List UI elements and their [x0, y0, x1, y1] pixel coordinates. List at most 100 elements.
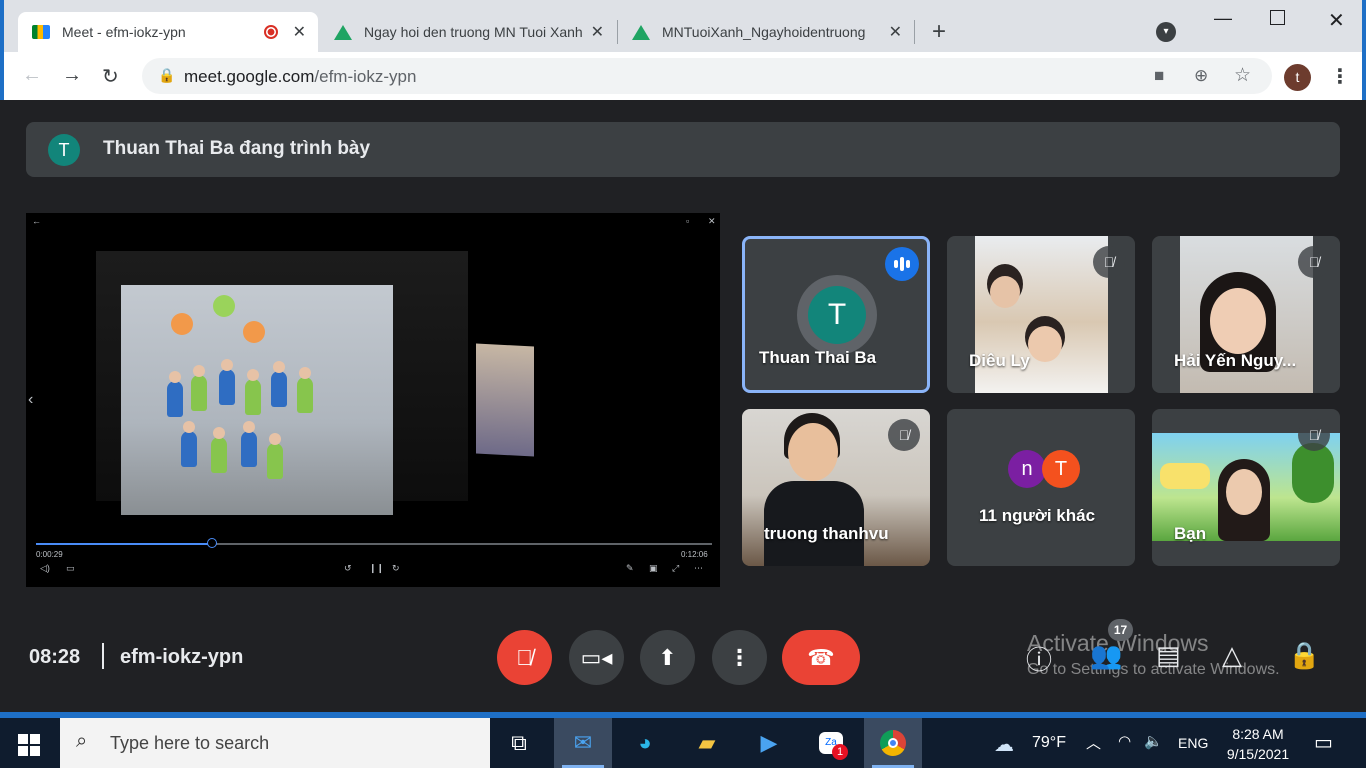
miniplayer-icon[interactable]: ▣ [649, 563, 658, 574]
edge-icon[interactable]: ◕ [616, 718, 674, 768]
close-window-icon[interactable]: ✕ [1328, 8, 1345, 33]
minimize-icon[interactable]: — [1214, 8, 1232, 29]
tab-search-icon[interactable]: ▾ [1156, 22, 1176, 42]
chat-icon[interactable]: ▤ [1156, 640, 1181, 671]
pause-icon[interactable]: ❙❙ [369, 563, 384, 574]
close-tab-icon[interactable]: ✕ [889, 22, 902, 42]
self-tile[interactable]: 🎙̸ Bạn [1152, 409, 1340, 566]
drive-icon [632, 24, 650, 40]
zalo-badge: 1 [832, 744, 848, 760]
address-bar[interactable]: 🔒 meet.google.com/efm-iokz-ypn ■ ⊕ ☆ [142, 58, 1272, 94]
camera-button[interactable]: ▭◂ [569, 630, 624, 685]
tab-label: Meet - efm-iokz-ypn [62, 24, 186, 40]
video-restore-icon[interactable]: ▫ [686, 216, 689, 226]
child-figure [241, 421, 257, 467]
child-figure [191, 365, 207, 411]
url-text: meet.google.com/efm-iokz-ypn [184, 67, 416, 87]
mic-off-icon: 🎙̸ [1298, 419, 1330, 451]
volume-icon[interactable]: ◁) [40, 563, 50, 574]
more-options-button[interactable]: ⋮ [712, 630, 767, 685]
present-button[interactable]: ⬆ [640, 630, 695, 685]
windows-taskbar: ⌕ Type here to search ⧉ ✉ ◕ ▰ ▶ Za 1 ☁ 7… [0, 712, 1366, 768]
chrome-taskbar-icon[interactable] [864, 718, 922, 768]
menu-kebab-icon[interactable]: ⋮ [1330, 64, 1350, 89]
back-icon[interactable]: ← [22, 64, 42, 87]
host-controls-icon[interactable]: 🔒 [1288, 640, 1320, 671]
notifications-icon[interactable]: ▭ [1314, 730, 1333, 755]
participant-tile[interactable]: 🎙̸ Hải Yến Nguy... [1152, 236, 1340, 393]
close-tab-icon[interactable]: ✕ [591, 22, 604, 42]
video-seek-fill [36, 543, 212, 545]
profile-avatar[interactable]: t [1284, 64, 1311, 91]
reload-icon[interactable]: ↻ [102, 64, 119, 89]
people-count-badge: 17 [1108, 619, 1133, 641]
tab-label: Ngay hoi den truong MN Tuoi Xanh [364, 24, 583, 40]
camera-icon[interactable]: ■ [1154, 66, 1164, 86]
tray-overflow-icon[interactable]: ︿ [1086, 732, 1101, 753]
language-indicator[interactable]: ENG [1178, 735, 1208, 751]
forward-skip-icon[interactable]: ↻ [392, 563, 400, 574]
activities-icon[interactable]: △ [1222, 640, 1242, 671]
child-figure [181, 421, 197, 467]
edit-icon[interactable]: ✎ [626, 563, 634, 574]
weather-icon[interactable]: ☁ [994, 732, 1014, 757]
child-figure [219, 359, 235, 405]
tab-meet[interactable]: Meet - efm-iokz-ypn ✕ [18, 12, 318, 52]
browser-toolbar: ← → ↻ 🔒 meet.google.com/efm-iokz-ypn ■ ⊕… [4, 52, 1362, 100]
wifi-icon[interactable]: ◠ [1118, 732, 1131, 750]
video-close-icon[interactable]: ✕ [708, 216, 716, 227]
windows-start-icon[interactable] [18, 734, 40, 756]
video-back-icon[interactable]: ← [32, 216, 41, 226]
meeting-code: efm-iokz-ypn [120, 646, 244, 668]
taskbar-search[interactable]: ⌕ Type here to search [60, 718, 490, 768]
video-more-icon[interactable]: ⋯ [694, 563, 703, 574]
side-screen [476, 343, 534, 457]
video-seek-bar[interactable] [36, 538, 712, 548]
zalo-icon[interactable]: Za 1 [802, 718, 860, 768]
meeting-details-icon[interactable]: ⓘ [1026, 640, 1052, 677]
participant-name: Diêu Ly [969, 351, 1030, 370]
zoom-icon[interactable]: ⊕ [1194, 66, 1208, 86]
mic-off-icon: 🎙̸ [888, 419, 920, 451]
rewind-icon[interactable]: ↺ [344, 563, 352, 574]
mic-off-button[interactable]: 🎙̸ [497, 630, 552, 685]
participant-tile[interactable]: T Thuan Thai Ba [742, 236, 930, 393]
weather-temp[interactable]: 79°F [1032, 734, 1066, 752]
tab-drive-1[interactable]: Ngay hoi den truong MN Tuoi Xanh ✕ [320, 12, 616, 52]
child-figure [245, 369, 261, 415]
task-view-icon[interactable]: ⧉ [490, 718, 548, 768]
lock-icon: 🔒 [158, 67, 176, 83]
meet-favicon-icon [32, 25, 50, 39]
participant-tile[interactable]: 🎙̸ Diêu Ly [947, 236, 1135, 393]
participant-name: truong thanhvu [764, 524, 889, 543]
leave-call-button[interactable]: ☎ [782, 630, 860, 685]
mail-app-icon[interactable]: ✉ [554, 718, 612, 768]
others-count: 11 người khác [979, 506, 1096, 525]
taskbar-date: 9/15/2021 [1226, 746, 1290, 762]
fullscreen-icon[interactable]: ⤢ [672, 563, 679, 574]
video-editor-icon[interactable]: ▶ [740, 718, 798, 768]
forward-icon[interactable]: → [62, 64, 82, 87]
presentation-video[interactable]: ← ▫ ✕ ‹ 0:00:29 0:12:06 ◁) ▭ ↺ ❙❙ ↻ ✎ ▣ … [26, 213, 720, 587]
file-explorer-icon[interactable]: ▰ [678, 718, 736, 768]
maximize-icon[interactable] [1270, 10, 1285, 25]
video-duration: 0:12:06 [681, 550, 708, 559]
new-tab-button[interactable]: + [932, 18, 946, 46]
taskbar-clock[interactable]: 8:28 AM 9/15/2021 [1218, 724, 1298, 764]
video-seek-handle[interactable] [206, 538, 217, 548]
volume-tray-icon[interactable]: 🔈 [1144, 732, 1163, 750]
close-tab-icon[interactable]: ✕ [293, 22, 306, 42]
captions-icon[interactable]: ▭ [66, 563, 75, 574]
people-icon[interactable]: 👥 [1090, 640, 1122, 671]
mic-off-icon: 🎙̸ [1298, 246, 1330, 278]
participant-tile[interactable]: 🎙̸ truong thanhvu [742, 409, 930, 566]
others-tile[interactable]: n T 11 người khác [947, 409, 1135, 566]
taskbar-time: 8:28 AM [1232, 726, 1284, 742]
bookmark-star-icon[interactable]: ☆ [1234, 64, 1251, 87]
participant-avatar: T [808, 286, 866, 344]
presenting-banner: T Thuan Thai Ba đang trình bày [26, 122, 1340, 177]
video-prev-icon[interactable]: ‹ [28, 391, 33, 409]
tab-drive-2[interactable]: MNTuoiXanh_Ngayhoidentruong ✕ [618, 12, 914, 52]
participant-avatar: n [1008, 450, 1046, 488]
participant-name: Hải Yến Nguy... [1174, 351, 1297, 370]
